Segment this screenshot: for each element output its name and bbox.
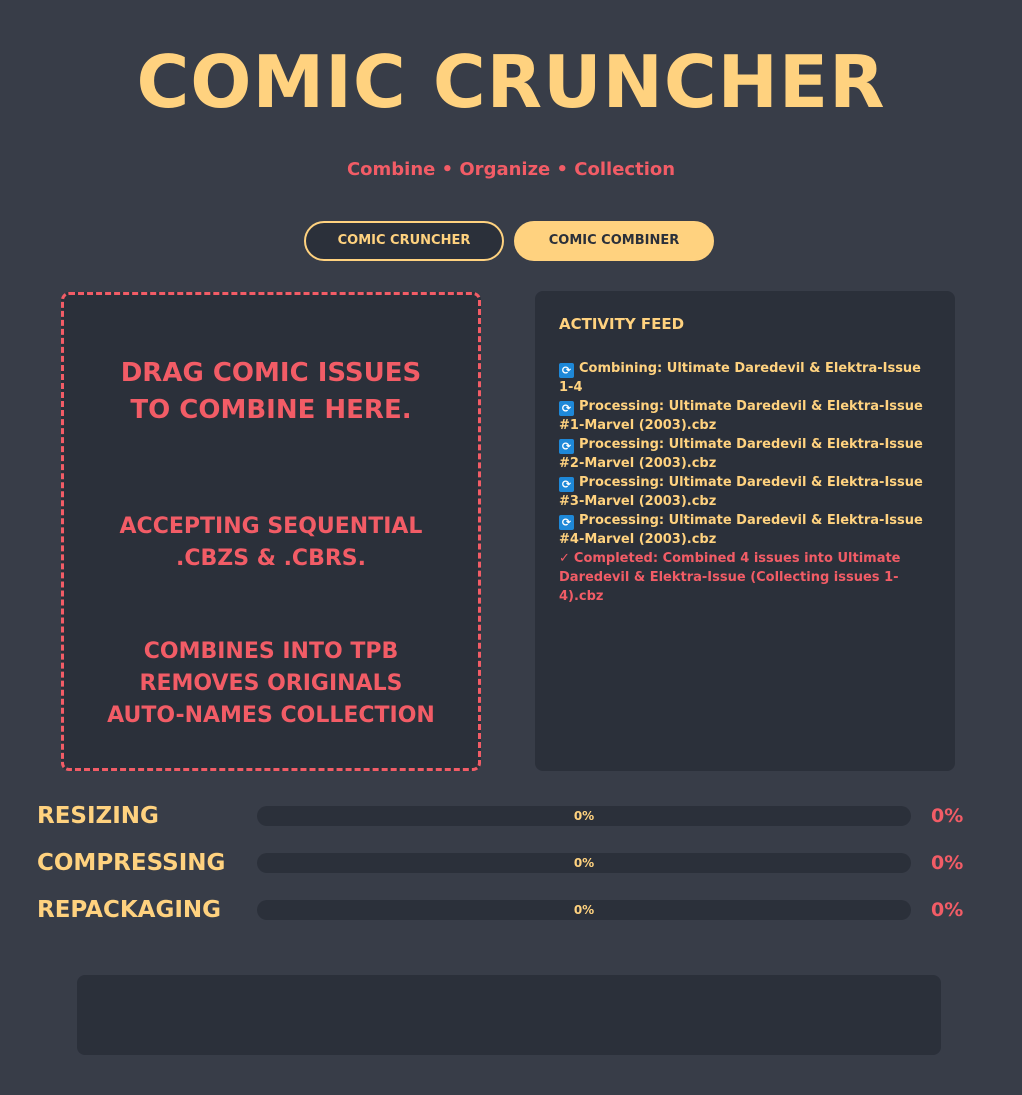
feed-entry-text: Combining: Ultimate Daredevil & Elektra-…: [559, 361, 921, 395]
feed-entry: ⟳ Processing: Ultimate Daredevil & Elektr…: [559, 473, 931, 511]
accepted-formats-line: ACCEPTING SEQUENTIAL: [119, 514, 423, 539]
tab-comic-cruncher[interactable]: COMIC CRUNCHER: [304, 221, 504, 261]
feed-entry: ⟳ Processing: Ultimate Daredevil & Elektr…: [559, 511, 931, 549]
progress-bar-text: 0%: [573, 809, 595, 823]
feed-entry-text: Processing: Ultimate Daredevil & Elektra…: [559, 437, 923, 471]
refresh-icon: ⟳: [559, 477, 574, 492]
progress-bar-text: 0%: [573, 856, 595, 870]
accepted-formats: ACCEPTING SEQUENTIAL .CBZS & .CBRS.: [64, 511, 478, 575]
progress-label: COMPRESSING: [37, 850, 226, 876]
refresh-icon: ⟳: [559, 401, 574, 416]
feed-entry-text: Processing: Ultimate Daredevil & Elektra…: [559, 399, 923, 433]
feed-entry-completed: ✓ Completed: Combined 4 issues into Ultim…: [559, 549, 931, 606]
check-icon: ✓: [559, 551, 570, 566]
feed-entry: ⟳ Combining: Ultimate Daredevil & Elektra…: [559, 359, 931, 397]
activity-feed-panel: ACTIVITY FEED ⟳ Combining: Ultimate Dared…: [535, 291, 955, 771]
progress-bar: 0%: [257, 900, 911, 920]
progress-label: REPACKAGING: [37, 897, 222, 923]
drop-instructions: DRAG COMIC ISSUES TO COMBINE HERE.: [64, 355, 478, 429]
progress-compressing: COMPRESSING 0% 0%: [0, 847, 1022, 879]
progress-percent: 0%: [931, 805, 964, 827]
drop-instruction-line: TO COMBINE HERE.: [130, 395, 412, 425]
progress-resizing: RESIZING 0% 0%: [0, 800, 1022, 832]
accepted-formats-line: .CBZS & .CBRS.: [176, 546, 366, 571]
progress-bar: 0%: [257, 853, 911, 873]
feature-item: REMOVES ORIGINALS: [139, 671, 403, 696]
refresh-icon: ⟳: [559, 515, 574, 530]
feed-entry-text: Processing: Ultimate Daredevil & Elektra…: [559, 513, 923, 547]
tab-comic-combiner[interactable]: COMIC COMBINER: [514, 221, 714, 261]
feed-entry-text: Completed: Combined 4 issues into Ultima…: [559, 551, 901, 604]
progress-bar-text: 0%: [573, 903, 595, 917]
feature-item: COMBINES INTO TPB: [143, 639, 399, 664]
progress-percent: 0%: [931, 899, 964, 921]
progress-percent: 0%: [931, 852, 964, 874]
output-panel: [77, 975, 941, 1055]
feature-item: AUTO-NAMES COLLECTION: [107, 703, 435, 728]
progress-label: RESIZING: [37, 803, 159, 829]
feed-entry: ⟳ Processing: Ultimate Daredevil & Elektr…: [559, 397, 931, 435]
file-drop-zone[interactable]: DRAG COMIC ISSUES TO COMBINE HERE. ACCEP…: [61, 292, 481, 771]
feed-entry: ⟳ Processing: Ultimate Daredevil & Elektr…: [559, 435, 931, 473]
drop-instruction-line: DRAG COMIC ISSUES: [120, 358, 422, 388]
progress-bar: 0%: [257, 806, 911, 826]
feature-list: COMBINES INTO TPB REMOVES ORIGINALS AUTO…: [64, 636, 478, 732]
refresh-icon: ⟳: [559, 439, 574, 454]
progress-repackaging: REPACKAGING 0% 0%: [0, 894, 1022, 926]
activity-feed-title: ACTIVITY FEED: [559, 315, 685, 333]
app-title: COMIC CRUNCHER: [136, 40, 886, 124]
feed-entry-text: Processing: Ultimate Daredevil & Elektra…: [559, 475, 923, 509]
activity-feed-list[interactable]: ⟳ Combining: Ultimate Daredevil & Elektra…: [559, 359, 931, 606]
refresh-icon: ⟳: [559, 363, 574, 378]
app-subtitle: Combine • Organize • Collection: [346, 159, 676, 180]
